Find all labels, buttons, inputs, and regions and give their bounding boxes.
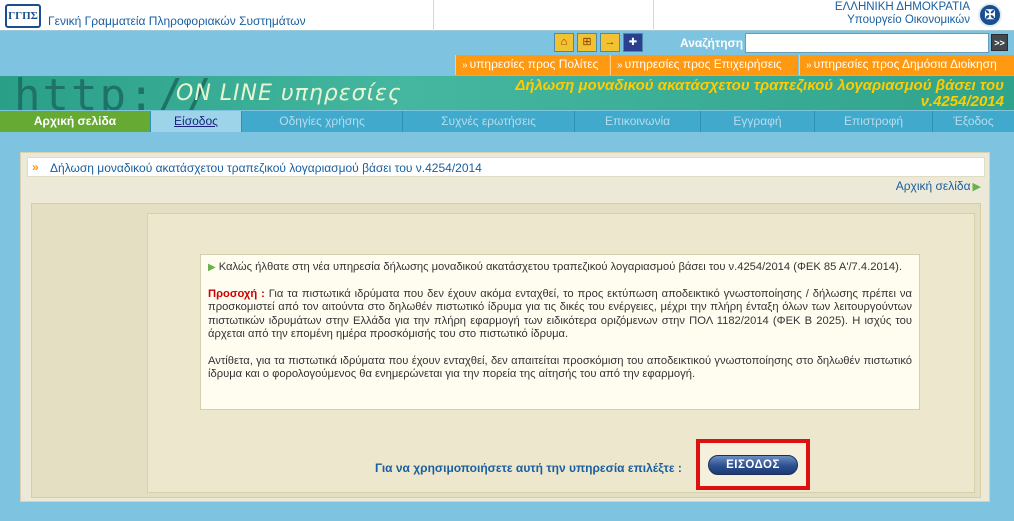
content-panel: ▶ Καλώς ήλθατε στη νέα υπηρεσία δήλωσης μ… (31, 203, 981, 498)
search-label: Αναζήτηση (680, 36, 744, 50)
top-header: ΓΓΠΣ Γενική Γραμματεία Πληροφοριακών Συσ… (0, 0, 1014, 31)
tool-icons: ⌂ ⊞ → ✚ (554, 33, 646, 53)
welcome-paragraph: ▶ Καλώς ήλθατε στη νέα υπηρεσία δήλωσης μ… (208, 261, 912, 275)
breadcrumb: » Δήλωση μοναδικού ακατάσχετου τραπεζικο… (27, 157, 985, 177)
triangle-right-icon: ▶ (208, 262, 216, 273)
nav-faq[interactable]: Συχνές ερωτήσεις (403, 111, 575, 132)
nav-login[interactable]: Είσοδος (151, 111, 242, 132)
double-chevron-icon: » (617, 60, 623, 71)
info-text: Αντίθετα, για τα πιστωτικά ιδρύματα που … (208, 354, 912, 381)
services-row: » υπηρεσίες προς Πολίτες » υπηρεσίες προς … (0, 54, 1014, 75)
banner-title: Δήλωση μοναδικού ακατάσχετου τραπεζικού … (444, 78, 1004, 110)
nav-exit[interactable]: Έξοδος (933, 111, 1014, 132)
main-content: » Δήλωση μοναδικού ακατάσχετου τραπεζικο… (20, 152, 990, 502)
bottom-strip (0, 505, 1014, 521)
english-flag-icon[interactable]: ✚ (623, 33, 643, 52)
banner-title-line2: ν.4254/2014 (920, 93, 1004, 110)
choose-label: Για να χρησιμοποιήσετε αυτή την υπηρεσία… (375, 461, 682, 475)
main-nav: Αρχική σελίδα Είσοδος Οδηγίες χρήσης Συχ… (0, 111, 1014, 132)
warning-label: Προσοχή : (208, 287, 265, 300)
content-inner: ▶ Καλώς ήλθατε στη νέα υπηρεσία δήλωσης μ… (147, 213, 975, 493)
home-link[interactable]: Αρχική σελίδα ▶ (896, 179, 981, 193)
services-citizens-link[interactable]: » υπηρεσίες προς Πολίτες (455, 55, 609, 75)
services-public-admin-label: υπηρεσίες προς Δημόσια Διοίκηση (813, 57, 997, 71)
greek-emblem-icon: ✠ (978, 3, 1002, 27)
breadcrumb-text: Δήλωση μοναδικού ακατάσχετου τραπεζικού … (50, 161, 482, 175)
search-input[interactable] (745, 33, 989, 53)
nav-return[interactable]: Επιστροφή (815, 111, 933, 132)
org-cell: ΓΓΠΣ Γενική Γραμματεία Πληροφοριακών Συσ… (0, 0, 434, 31)
welcome-message-box: ▶ Καλώς ήλθατε στη νέα υπηρεσία δήλωσης μ… (200, 254, 920, 410)
banner-title-line1: Δήλωση μοναδικού ακατάσχετου τραπεζικού … (515, 77, 1004, 94)
warning-paragraph: Προσοχή : Για τα πιστωτικά ιδρύματα που … (208, 288, 912, 342)
sitemap-icon[interactable]: ⊞ (577, 33, 597, 52)
login-button[interactable]: ΕΙΣΟΔΟΣ (708, 455, 798, 475)
services-citizens-label: υπηρεσίες προς Πολίτες (469, 57, 599, 71)
gov-line2: Υπουργείο Οικονομικών (847, 14, 970, 26)
login-highlight-frame: ΕΙΣΟΔΟΣ (696, 439, 810, 490)
gov-block: ΕΛΛΗΝΙΚΗ ΔΗΜΟΚΡΑΤΙΑ Υπουργείο Οικονομικώ… (835, 1, 970, 27)
home-link-label: Αρχική σελίδα (895, 179, 971, 193)
nav-instructions[interactable]: Οδηγίες χρήσης (242, 111, 403, 132)
welcome-text: Καλώς ήλθατε στη νέα υπηρεσία δήλωσης μο… (218, 261, 902, 273)
warning-text: Για τα πιστωτικά ιδρύματα που δεν έχουν … (208, 287, 912, 341)
nav-home[interactable]: Αρχική σελίδα (0, 111, 151, 132)
nav-register[interactable]: Εγγραφή (701, 111, 815, 132)
header-spacer (434, 0, 654, 31)
services-public-admin-link[interactable]: » υπηρεσίες προς Δημόσια Διοίκηση (799, 55, 1014, 75)
search-go-button[interactable]: >> (991, 34, 1008, 51)
double-chevron-icon: » (806, 60, 812, 71)
double-chevron-icon: » (462, 60, 468, 71)
org-name: Γενική Γραμματεία Πληροφοριακών Συστημάτ… (48, 14, 306, 28)
gsis-logo[interactable]: ΓΓΠΣ (5, 4, 41, 28)
services-business-label: υπηρεσίες προς Επιχειρήσεις (624, 57, 782, 71)
info-paragraph: Αντίθετα, για τα πιστωτικά ιδρύματα που … (208, 355, 912, 382)
links-icon[interactable]: → (600, 33, 620, 52)
tool-row: ⌂ ⊞ → ✚ Αναζήτηση >> (0, 32, 1014, 54)
banner-online-text: ON LINE υπηρεσίες (176, 81, 402, 106)
home-icon[interactable]: ⌂ (554, 33, 574, 52)
page-banner: http:// ON LINE υπηρεσίες Δήλωση μοναδικ… (0, 76, 1014, 110)
nav-contact[interactable]: Επικοινωνία (575, 111, 701, 132)
gov-line1: ΕΛΛΗΝΙΚΗ ΔΗΜΟΚΡΑΤΙΑ (834, 1, 970, 13)
services-business-link[interactable]: » υπηρεσίες προς Επιχειρήσεις (610, 55, 798, 75)
double-chevron-icon: » (32, 160, 39, 174)
triangle-right-icon: ▶ (972, 181, 981, 193)
